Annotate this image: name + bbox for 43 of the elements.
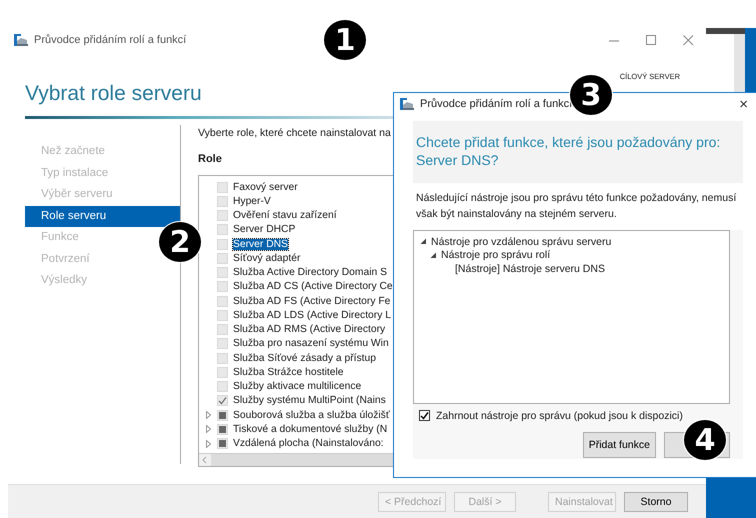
role-item[interactable]: Server DHCP <box>233 224 296 236</box>
sidebar-item[interactable]: Role serveru <box>25 206 180 227</box>
dialog-question: Chcete přidat funkce, které jsou požadovány pro: Server DNS? <box>413 121 743 184</box>
role-item[interactable]: Služba AD FS (Active Directory Fe <box>233 296 390 307</box>
app-icon <box>14 34 28 46</box>
tree-item: Nástroje pro správu rolí <box>441 249 550 262</box>
role-item[interactable]: Souborová služba a služba úložišť <box>233 410 390 421</box>
role-item[interactable]: Tiskové a dokumentové služby (N <box>233 424 388 435</box>
add-features-button[interactable]: Přidat funkce <box>582 432 656 458</box>
role-item[interactable]: Ověření stavu zařízení <box>233 210 337 222</box>
dialog-description: Následující nástroje jsou pro správu této funkce požadovány, nemusí však být nainstalovány na stejném serveru. <box>413 183 743 230</box>
instruction-text: Vyberte role, které chcete nainstalovat na <box>198 127 391 139</box>
role-item[interactable]: Server DNS <box>233 238 288 250</box>
role-item[interactable]: Síťový adaptér <box>233 252 300 264</box>
tree-item: [Nástroje] Nástroje serveru DNS <box>455 262 605 275</box>
expand-icon[interactable] <box>420 238 427 246</box>
checkbox-label: Zahrnout nástroje pro správu (pokud jsou k dispozici) <box>436 410 683 422</box>
app-icon <box>400 98 414 110</box>
role-item[interactable]: Služba AD RMS (Active Directory <box>233 324 386 336</box>
close-icon[interactable] <box>683 34 694 46</box>
scroll-left-icon[interactable] <box>199 454 211 466</box>
tree-item: Nástroje pro vzdálenou správu serveru <box>431 236 612 248</box>
role-item[interactable]: Služby aktivace multilicence <box>233 381 362 392</box>
roles-label: Role <box>198 153 222 165</box>
page-heading: Vybrat role serveru <box>25 82 202 106</box>
role-item[interactable]: Služba Síťové zásady a přístup <box>233 352 376 364</box>
close-button[interactable]: × <box>739 96 748 112</box>
role-item[interactable]: Služba Active Directory Domain S <box>233 267 387 278</box>
role-item[interactable]: Služba AD LDS (Active Directory L <box>233 310 391 321</box>
window-title: Průvodce přidáním rolí a funkcí <box>34 34 186 46</box>
checkbox[interactable] <box>419 410 430 422</box>
role-item[interactable]: Služba pro nasazení systému Win <box>233 338 389 350</box>
role-item[interactable]: Hyper-V <box>233 196 271 207</box>
role-item[interactable]: Služba Strážce hostitele <box>233 366 344 378</box>
step-number-tooltip: 1 <box>324 20 366 60</box>
dialog-title: Průvodce přidáním rolí a funkcí <box>420 98 572 110</box>
maximize-icon[interactable] <box>646 34 657 46</box>
role-item[interactable]: Služby systému MultiPoint (Nains <box>233 395 386 406</box>
footer-button[interactable]: Storno <box>624 492 688 512</box>
role-item[interactable]: Vzdálená plocha (Nainstalováno: <box>233 438 384 450</box>
expand-icon[interactable] <box>430 252 437 259</box>
role-item[interactable]: Faxový server <box>233 182 298 193</box>
role-item[interactable]: Služba AD CS (Active Directory Ce <box>233 281 393 292</box>
